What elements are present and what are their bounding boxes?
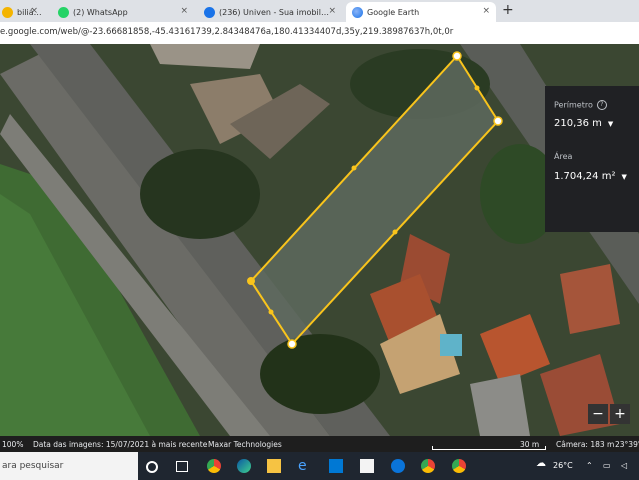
start-circle-icon[interactable]	[146, 461, 158, 473]
tab-univen[interactable]: (236) Univen - Sua imobiliária a ... ×	[198, 2, 342, 22]
edge-icon[interactable]	[237, 459, 251, 473]
url-text[interactable]: e.google.com/web/@-23.66681858,-45.43161…	[0, 27, 453, 37]
close-icon[interactable]: ×	[328, 6, 336, 16]
weather-temp[interactable]: 26°C	[553, 461, 573, 470]
zoom-percent: 100%	[2, 440, 24, 449]
whatsapp-icon	[58, 6, 69, 18]
search-placeholder: ara pesquisar	[2, 461, 64, 471]
midpoint-handle	[268, 309, 274, 315]
coordinates: 23°39'	[615, 440, 639, 449]
help-icon[interactable]: ?	[596, 100, 607, 110]
tab-whatsapp[interactable]: (2) WhatsApp ×	[52, 2, 194, 22]
dropdown-caret-icon[interactable]: ▼	[621, 173, 626, 181]
file-explorer-icon[interactable]	[267, 459, 281, 473]
vertex-handle	[452, 51, 462, 61]
imagery-provider: Maxar Technologies	[208, 440, 282, 449]
vertex-handle	[287, 339, 297, 349]
midpoint-handle	[474, 85, 480, 91]
satellite-imagery	[0, 44, 639, 436]
task-view-icon[interactable]	[176, 461, 188, 472]
tab-google-earth[interactable]: Google Earth ×	[346, 2, 496, 22]
volume-icon[interactable]: ◁	[621, 461, 627, 470]
store-icon[interactable]	[360, 459, 374, 473]
ie-icon[interactable]: e	[298, 459, 312, 473]
taskbar-search[interactable]: ara pesquisar	[0, 452, 138, 480]
perimeter-row: Perímetro?	[554, 100, 607, 110]
midpoint-handle	[351, 165, 357, 171]
weather-icon[interactable]: ☁	[536, 458, 546, 469]
area-value-row[interactable]: 1.704,24 m² ▼	[554, 171, 627, 182]
chrome-profile-icon[interactable]	[452, 459, 466, 473]
camera-altitude: Câmera: 183 m	[556, 440, 615, 449]
tab-favicon-icon	[2, 6, 13, 18]
tab-label: Google Earth	[367, 7, 420, 17]
area-value: 1.704,24 m²	[554, 171, 616, 182]
address-bar[interactable]: e.google.com/web/@-23.66681858,-45.43161…	[0, 22, 639, 45]
zoom-in-button[interactable]: +	[610, 404, 630, 424]
tray-chevron-icon[interactable]: ⌃	[586, 461, 593, 470]
vertex-handle	[247, 277, 255, 285]
tab-label: (2) WhatsApp	[73, 7, 128, 17]
new-tab-button[interactable]: +	[502, 2, 514, 18]
onedrive-icon[interactable]	[391, 459, 405, 473]
chrome-app-icon[interactable]	[421, 459, 435, 473]
tab-label: (236) Univen - Sua imobiliária a ...	[219, 7, 331, 17]
zoom-out-button[interactable]: −	[588, 404, 608, 424]
google-earth-icon	[352, 6, 363, 18]
perimeter-label: Perímetro	[554, 100, 593, 110]
tab-favicon-icon	[204, 6, 215, 18]
perimeter-value-row[interactable]: 210,36 m ▼	[554, 118, 613, 129]
imagery-date: Data das imagens: 15/07/2021 à mais rece…	[33, 440, 208, 449]
browser-tab-bar: biliária a ... × (2) WhatsApp × (236) Un…	[0, 0, 639, 22]
close-icon[interactable]: ×	[30, 6, 38, 16]
close-icon[interactable]: ×	[482, 6, 490, 16]
chrome-icon[interactable]	[207, 459, 221, 473]
satellite-map[interactable]	[0, 44, 639, 436]
network-icon[interactable]: ▭	[603, 461, 611, 470]
close-icon[interactable]: ×	[180, 6, 188, 16]
windows-taskbar: ara pesquisar e ☁ 26°C ⌃ ▭ ◁	[0, 452, 639, 480]
perimeter-value: 210,36 m	[554, 118, 602, 129]
scale-bar	[432, 446, 546, 450]
measurement-panel: Perímetro? 210,36 m ▼ Área 1.704,24 m² ▼	[545, 86, 639, 232]
midpoint-handle	[392, 229, 398, 235]
area-label: Área	[554, 152, 573, 161]
vertex-handle	[493, 116, 503, 126]
tab-imobiliaria[interactable]: biliária a ... ×	[0, 2, 44, 22]
dropdown-caret-icon[interactable]: ▼	[608, 120, 613, 128]
mail-icon[interactable]	[329, 459, 343, 473]
